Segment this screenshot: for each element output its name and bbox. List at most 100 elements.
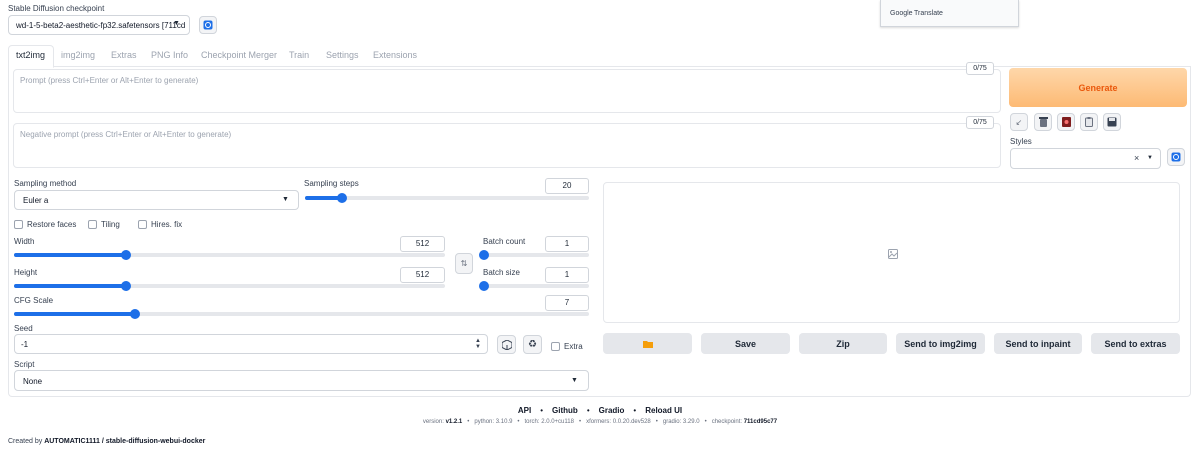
slider-thumb[interactable]: [129, 309, 140, 319]
created-by-prefix: Created by: [8, 438, 45, 445]
negative-prompt-placeholder: Negative prompt (press Ctrl+Enter or Alt…: [20, 130, 232, 139]
slider-fill: [14, 253, 127, 257]
paste-params-button[interactable]: ↙: [1010, 113, 1028, 131]
slider-thumb[interactable]: [336, 193, 347, 203]
sampling-steps-input[interactable]: 20: [545, 178, 589, 194]
tab-extras[interactable]: Extras: [111, 50, 137, 60]
footer-separator: •: [704, 419, 707, 425]
cfg-scale-label: CFG Scale: [14, 296, 54, 305]
footer-separator: •: [655, 419, 658, 425]
seed-value: -1: [21, 340, 29, 349]
footer-link-api[interactable]: API: [518, 406, 531, 415]
slider-thumb[interactable]: [121, 281, 132, 291]
batch-size-slider[interactable]: [479, 281, 589, 291]
cfg-scale-slider[interactable]: [14, 309, 589, 319]
tab-png-info[interactable]: PNG Info: [151, 50, 188, 60]
clear-prompt-button[interactable]: [1034, 113, 1052, 131]
swap-arrows-icon: ⇅: [460, 259, 468, 268]
slider-thumb[interactable]: [121, 250, 132, 260]
refresh-icon: [203, 20, 213, 30]
footer-link-reload-ui[interactable]: Reload UI: [645, 406, 682, 415]
footer-separator: •: [540, 406, 544, 415]
slider-thumb[interactable]: [479, 250, 489, 260]
negative-prompt-textarea[interactable]: Negative prompt (press Ctrl+Enter or Alt…: [13, 123, 1001, 168]
tab-bar: txt2img img2img Extras PNG Info Checkpoi…: [8, 45, 1191, 68]
checkpoint-hash: checkpoint: 711cd95c77: [711, 419, 778, 425]
cfg-scale-input[interactable]: 7: [545, 295, 589, 311]
dice-icon: [501, 339, 512, 350]
width-slider[interactable]: [14, 250, 445, 260]
footer-separator: •: [578, 419, 582, 425]
batch-size-input[interactable]: 1: [545, 267, 589, 283]
batch-count-slider[interactable]: [479, 250, 589, 260]
folder-icon: [642, 340, 653, 348]
script-dropdown[interactable]: None ▼: [14, 370, 589, 391]
checkpoint-dropdown[interactable]: wd-1-5-beta2-aesthetic-fp32.safetensors …: [8, 15, 190, 35]
tab-settings[interactable]: Settings: [326, 50, 359, 60]
swap-dimensions-button[interactable]: ⇅: [455, 253, 473, 274]
image-placeholder-icon: [888, 249, 898, 259]
restore-faces-checkbox[interactable]: [14, 220, 23, 229]
styles-dropdown[interactable]: × ▼: [1010, 148, 1161, 169]
script-value: None: [23, 377, 43, 386]
footer-separator: •: [467, 419, 470, 425]
sampling-method-dropdown[interactable]: Euler a ▼: [14, 190, 299, 210]
created-by-link[interactable]: AUTOMATIC1111 / stable-diffusion-webui-d…: [44, 438, 205, 445]
extra-seed-checkbox[interactable]: [551, 342, 560, 351]
send-to-inpaint-button[interactable]: Send to inpaint: [994, 333, 1082, 354]
xformers-version: xformers: 0.0.20.dev528: [586, 419, 651, 425]
generate-button[interactable]: Generate: [1009, 68, 1187, 107]
chevron-down-icon: ▼: [173, 20, 180, 27]
send-to-extras-button[interactable]: Send to extras: [1091, 333, 1180, 354]
apply-styles-button[interactable]: [1080, 113, 1098, 131]
save-style-button[interactable]: [1103, 113, 1121, 131]
batch-count-label: Batch count: [483, 237, 526, 246]
tab-img2img[interactable]: img2img: [61, 50, 95, 60]
google-translate-widget[interactable]: Google Translate: [880, 0, 1019, 27]
height-label: Height: [14, 268, 38, 277]
hires-fix-checkbox[interactable]: [138, 220, 147, 229]
tiling-checkbox[interactable]: [88, 220, 97, 229]
spinner-icon[interactable]: ▲ ▼: [475, 338, 481, 350]
gradio-version: gradio: 3.29.0: [662, 419, 700, 425]
chevron-down-icon: ▼: [1147, 155, 1153, 161]
footer-link-gradio[interactable]: Gradio: [599, 406, 625, 415]
seed-input[interactable]: -1 ▲ ▼: [14, 334, 488, 354]
sampling-steps-label: Sampling steps: [304, 179, 359, 188]
footer-separator: •: [517, 419, 520, 425]
tab-train[interactable]: Train: [289, 50, 309, 60]
prompt-textarea[interactable]: Prompt (press Ctrl+Enter or Alt+Enter to…: [13, 69, 1001, 113]
tab-checkpoint-merger[interactable]: Checkpoint Merger: [201, 50, 277, 60]
google-translate-brand: Google: [890, 10, 913, 17]
refresh-styles-button[interactable]: [1167, 148, 1185, 166]
slider-thumb[interactable]: [479, 281, 489, 291]
save-button[interactable]: Save: [701, 333, 790, 354]
seed-label: Seed: [14, 324, 33, 333]
close-icon[interactable]: ×: [1134, 153, 1139, 163]
tab-extensions[interactable]: Extensions: [373, 50, 417, 60]
footer-link-github[interactable]: Github: [552, 406, 578, 415]
negative-prompt-token-counter: 0/75: [966, 116, 994, 129]
height-input[interactable]: 512: [400, 267, 445, 283]
reuse-seed-button[interactable]: ♻: [523, 335, 542, 354]
generate-label: Generate: [1078, 82, 1118, 93]
refresh-checkpoint-button[interactable]: [199, 16, 217, 34]
width-input[interactable]: 512: [400, 236, 445, 252]
send-to-img2img-button[interactable]: Send to img2img: [896, 333, 985, 354]
random-seed-button[interactable]: [497, 335, 516, 354]
output-gallery: [603, 182, 1180, 323]
restore-faces-label: Restore faces: [27, 220, 77, 229]
styles-label: Styles: [1010, 137, 1032, 146]
chevron-down-icon: ▼: [571, 377, 578, 384]
batch-count-input[interactable]: 1: [545, 236, 589, 252]
google-translate-label: Translate: [914, 10, 943, 17]
height-slider[interactable]: [14, 281, 445, 291]
batch-size-label: Batch size: [483, 268, 520, 277]
open-folder-button[interactable]: [603, 333, 692, 354]
floppy-icon: [1107, 117, 1117, 127]
tab-txt2img[interactable]: txt2img: [16, 50, 45, 60]
extra-networks-button[interactable]: [1057, 113, 1075, 131]
zip-button[interactable]: Zip: [799, 333, 887, 354]
slider-fill: [14, 312, 135, 316]
sampling-steps-slider[interactable]: [305, 193, 589, 203]
